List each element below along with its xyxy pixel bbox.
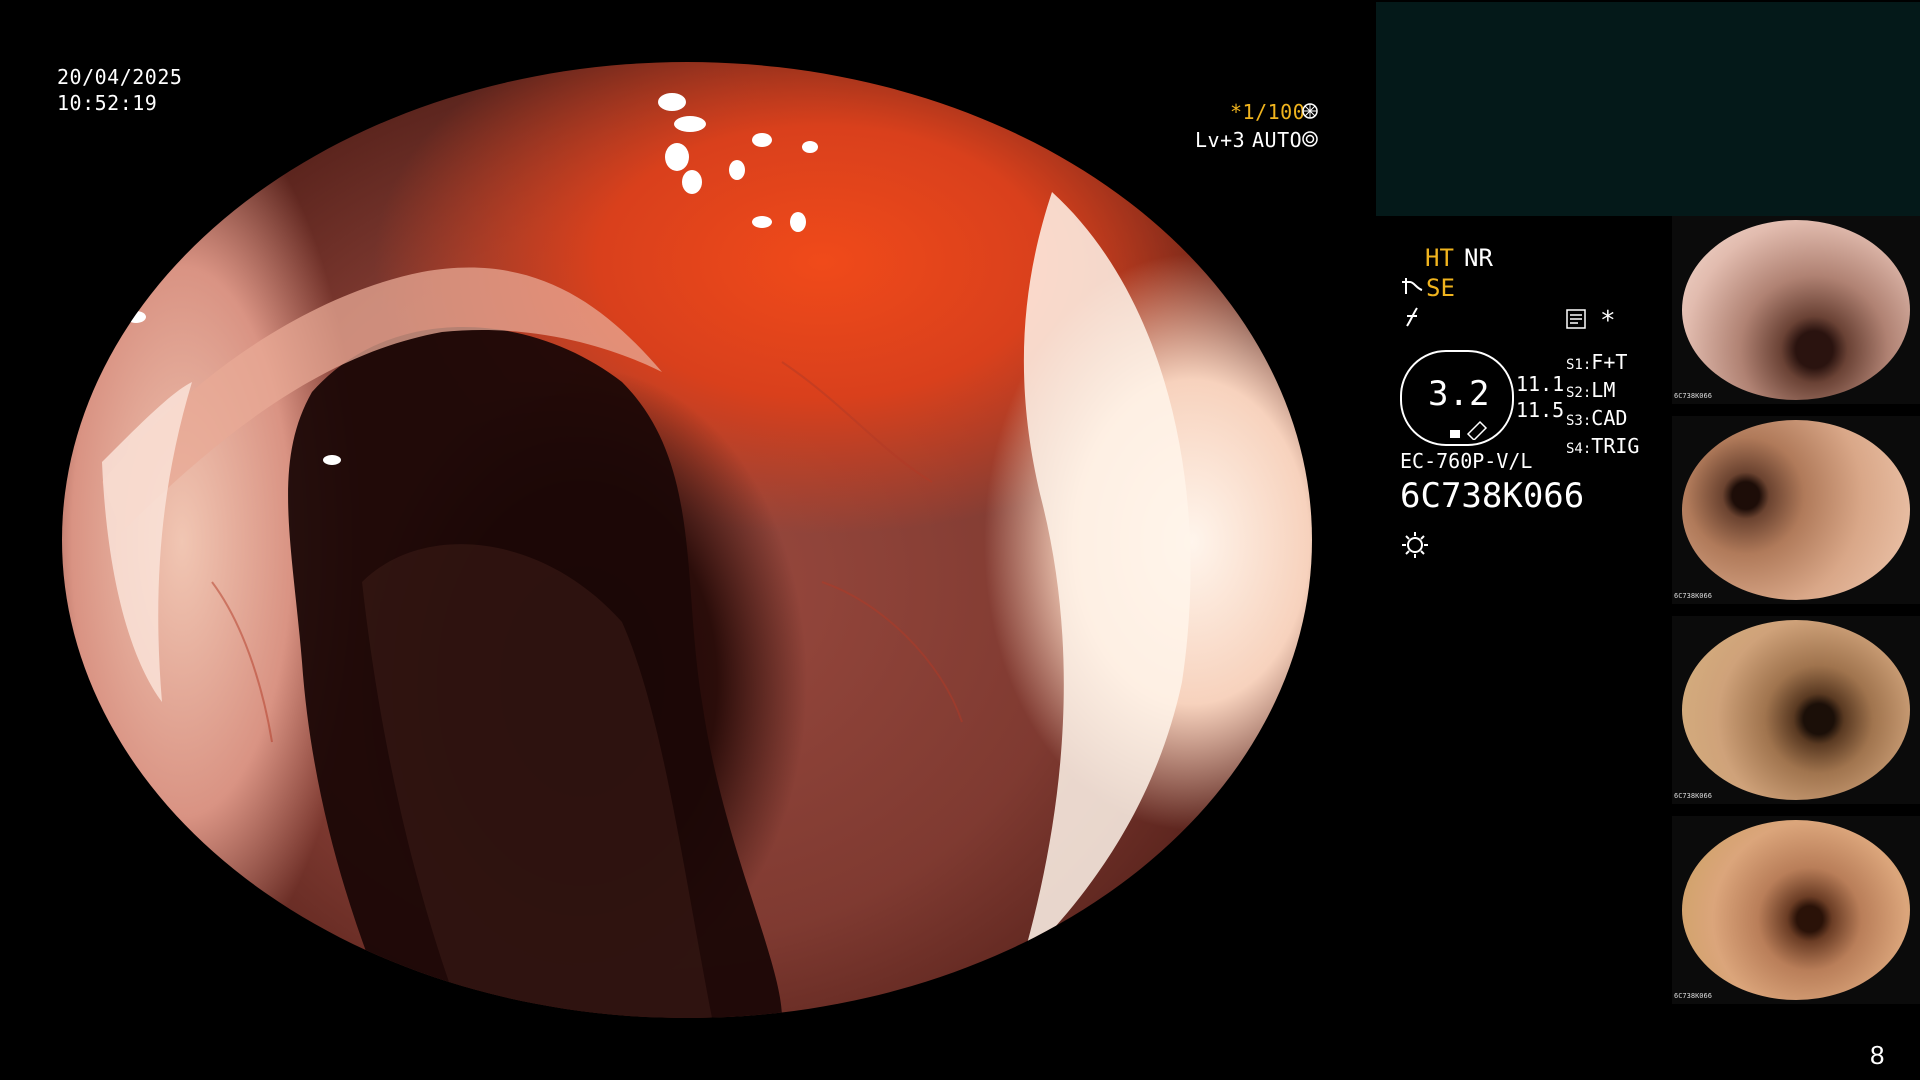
scale-top: 11.1 (1516, 372, 1565, 396)
thumbnail-image (1682, 620, 1910, 800)
top-right-panel (1376, 2, 1920, 216)
switch-list: S1:F+T S2:LM S3:CAD S4:TRIG (1566, 350, 1639, 462)
mucosa-illustration (102, 93, 1191, 1018)
thumbnail-label: 6C738K066 (1674, 592, 1712, 600)
thumbnail-1[interactable]: 6C738K066 (1672, 216, 1920, 404)
freeze-icon (1403, 306, 1421, 328)
thumbnail-2[interactable]: 6C738K066 (1672, 416, 1920, 604)
time-label: 10:52:19 (57, 91, 158, 115)
page-number: 8 (1870, 1040, 1885, 1070)
zoom-marker (1450, 430, 1460, 438)
thumbnail-label: 6C738K066 (1674, 992, 1712, 1000)
light-source-icon (1400, 530, 1430, 560)
memory-card-icon (1565, 308, 1587, 330)
thumbnail-label: 6C738K066 (1674, 392, 1712, 400)
scope-model: EC-760P-V/L (1400, 449, 1533, 473)
switch-row: S3:CAD (1566, 406, 1628, 430)
se-indicator: SE (1426, 274, 1455, 302)
scale-bottom: 11.5 (1516, 398, 1565, 422)
aperture-icon (1302, 103, 1318, 119)
scope-tip-icon (1466, 418, 1488, 442)
switch-row: S4:TRIG (1566, 434, 1640, 458)
iris-icon (1302, 131, 1318, 147)
thumbnail-image (1682, 220, 1910, 400)
level-label: Lv+3 (1195, 128, 1246, 152)
switch-row: S2:LM (1566, 378, 1616, 402)
thumbnail-4[interactable]: 6C738K066 (1672, 816, 1920, 1004)
thumbnail-image (1682, 820, 1910, 1000)
ht-indicator: HT (1425, 244, 1454, 272)
date-label: 20/04/2025 (57, 65, 183, 89)
endoscopic-image (62, 62, 1312, 1018)
nr-indicator: NR (1464, 244, 1493, 272)
thumbnail-image (1682, 420, 1910, 600)
auto-mode-label: AUTO (1252, 128, 1303, 152)
star-indicator: * (1600, 306, 1616, 336)
zoom-value: 3.2 (1428, 374, 1490, 414)
thumbnail-3[interactable]: 6C738K066 (1672, 616, 1920, 804)
switch-row: S1:F+T (1566, 350, 1628, 374)
thumbnail-label: 6C738K066 (1674, 792, 1712, 800)
structure-enhance-icon (1400, 276, 1424, 296)
shutter-speed-label: *1/100 (1230, 100, 1306, 124)
scope-serial: 6C738K066 (1400, 476, 1585, 516)
